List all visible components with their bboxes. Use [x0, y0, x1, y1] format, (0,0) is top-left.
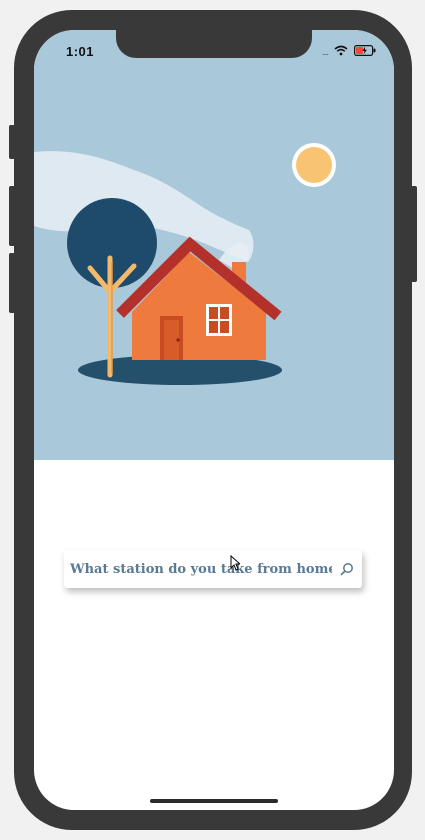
power-button [411, 186, 417, 282]
house-illustration [34, 143, 336, 385]
signal-indicator: .... [321, 47, 329, 57]
battery-charging-icon [354, 43, 376, 61]
home-indicator[interactable] [150, 799, 278, 803]
mouse-cursor-icon [230, 555, 240, 571]
station-search-bar[interactable]: What station do you take from home? [64, 550, 362, 588]
search-button[interactable] [332, 550, 362, 588]
volume-down-button [9, 253, 15, 313]
app-screen: 1:01 .... What station do you take from … [34, 30, 394, 810]
wifi-icon [334, 43, 348, 61]
mute-switch [9, 125, 15, 159]
hero-illustration [34, 30, 394, 460]
house-body [132, 312, 266, 360]
volume-up-button [9, 186, 15, 246]
status-indicators: .... [321, 43, 376, 61]
search-icon [340, 563, 353, 576]
status-time: 1:01 [66, 44, 95, 59]
station-search-input[interactable]: What station do you take from home? [64, 562, 332, 577]
notch [116, 30, 312, 58]
